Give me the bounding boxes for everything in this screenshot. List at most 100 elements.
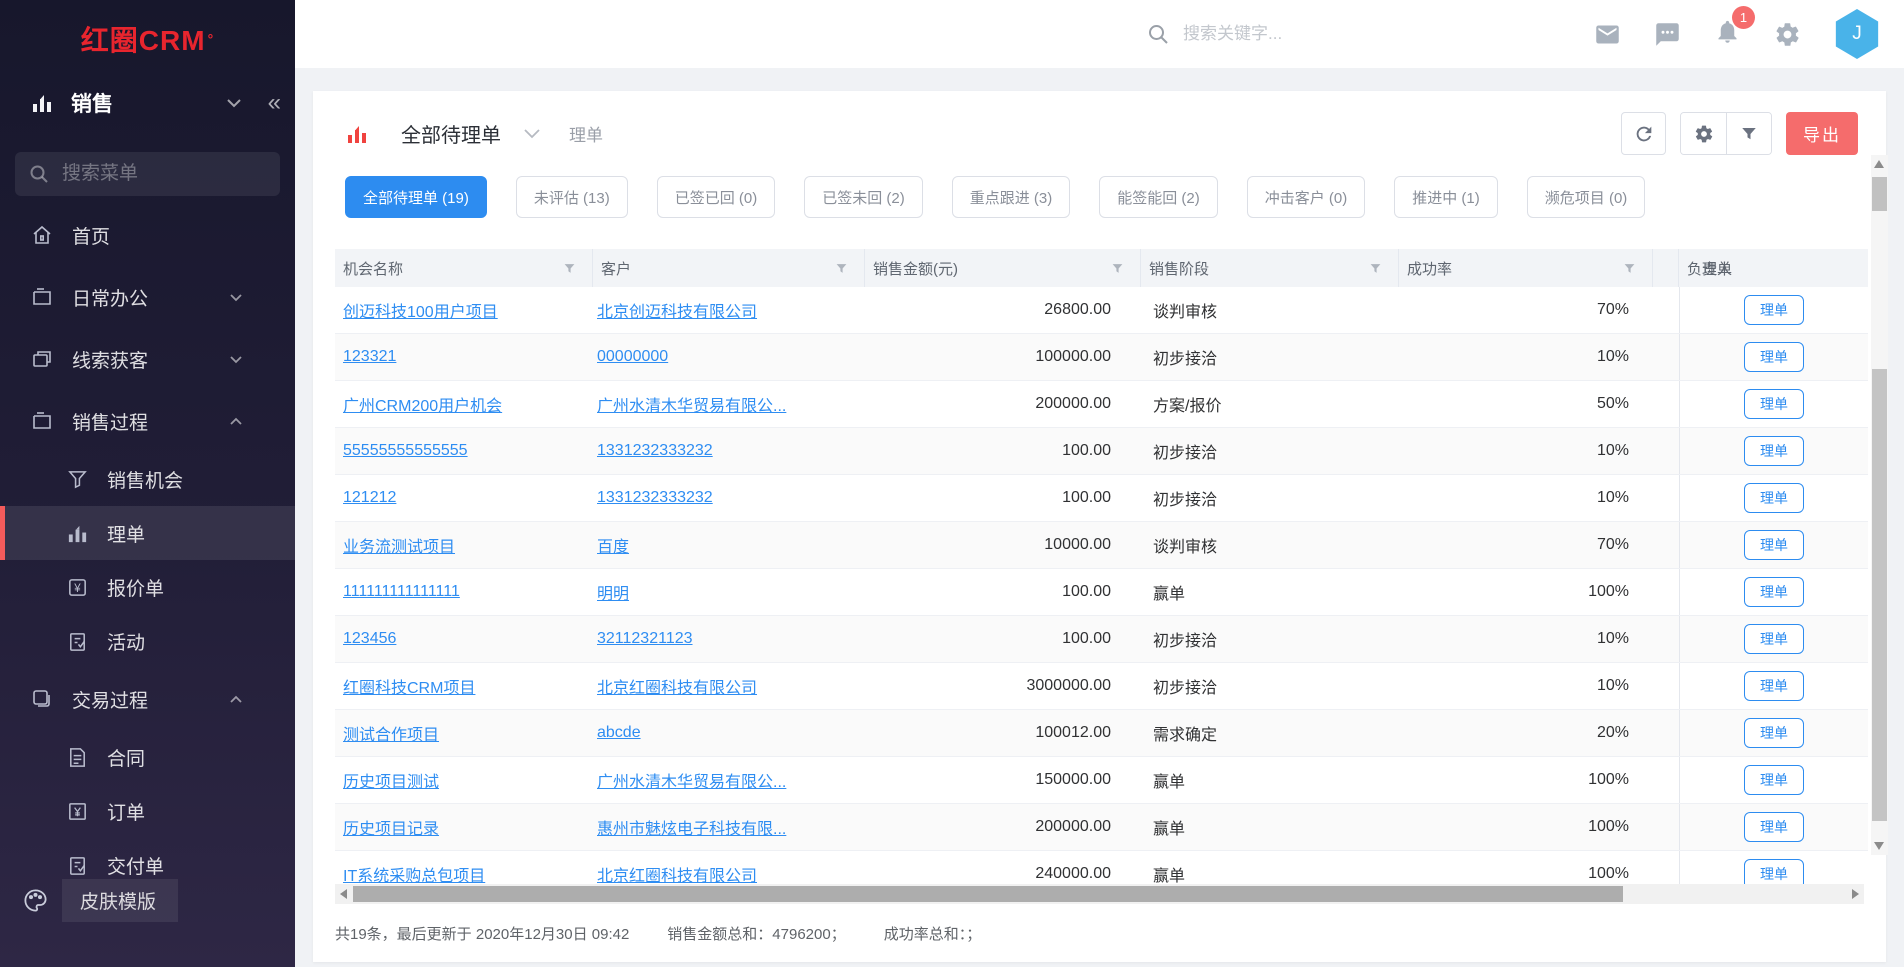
table-row[interactable]: 历史项目记录 惠州市魅炫电子科技有限... 200000.00 赢单 100% …: [335, 804, 1868, 851]
customer-link[interactable]: 00000000: [597, 348, 668, 366]
tab-attack-customer[interactable]: 冲击客户 (0): [1247, 176, 1366, 218]
opportunity-link[interactable]: 广州CRM200用户机会: [343, 392, 502, 416]
lidan-action-button[interactable]: 理单: [1744, 718, 1804, 748]
horizontal-scrollbar[interactable]: [335, 884, 1864, 904]
export-button[interactable]: 导出: [1786, 112, 1858, 155]
opportunity-link[interactable]: 123456: [343, 630, 396, 648]
lidan-action-button[interactable]: 理单: [1744, 436, 1804, 466]
opportunity-link[interactable]: 历史项目测试: [343, 768, 439, 792]
tab-all-pending[interactable]: 全部待理单 (19): [345, 176, 487, 218]
table-row[interactable]: 123456 32112321123 100.00 初步接洽 10% 理单: [335, 616, 1868, 663]
scroll-down-arrow-icon[interactable]: [1874, 842, 1884, 850]
opportunity-link[interactable]: 创迈科技100用户项目: [343, 298, 498, 322]
customer-link[interactable]: 明明: [597, 580, 629, 604]
user-avatar[interactable]: J: [1834, 9, 1880, 59]
lidan-action-button[interactable]: 理单: [1744, 483, 1804, 513]
lidan-action-button[interactable]: 理单: [1744, 859, 1804, 884]
sidebar-item-sales-process[interactable]: 销售过程: [0, 390, 295, 452]
sidebar-item-sales-opportunity[interactable]: 销售机会: [0, 452, 295, 506]
customer-link[interactable]: 北京红圈科技有限公司: [597, 674, 757, 698]
customer-link[interactable]: 1331232333232: [597, 489, 713, 507]
opportunity-link[interactable]: 红圈科技CRM项目: [343, 674, 475, 698]
sidebar-search-input[interactable]: [62, 163, 266, 185]
lidan-action-button[interactable]: 理单: [1744, 671, 1804, 701]
table-row[interactable]: IT系统采购总包项目 北京红圈科技有限公司 240000.00 赢单 100% …: [335, 851, 1868, 884]
opportunity-link[interactable]: IT系统采购总包项目: [343, 862, 485, 884]
table-row[interactable]: 创迈科技100用户项目 北京创迈科技有限公司 26800.00 谈判审核 70%…: [335, 287, 1868, 334]
tab-signed-not-returned[interactable]: 已签未回 (2): [804, 176, 923, 218]
table-row[interactable]: 红圈科技CRM项目 北京红圈科技有限公司 3000000.00 初步接洽 10%…: [335, 663, 1868, 710]
tab-endangered-project[interactable]: 濒危项目 (0): [1527, 176, 1646, 218]
sidebar-item-activity[interactable]: 活动: [0, 614, 295, 668]
sidebar-item-lead-acquisition[interactable]: 线索获客: [0, 328, 295, 390]
tab-not-evaluated[interactable]: 未评估 (13): [516, 176, 628, 218]
table-row[interactable]: 121212 1331232333232 100.00 初步接洽 10% 理单: [335, 475, 1868, 522]
table-scrollbar-thumb[interactable]: [1872, 369, 1887, 821]
sidebar-item-contract[interactable]: 合同: [0, 730, 295, 784]
customer-link[interactable]: abcde: [597, 724, 641, 742]
customer-link[interactable]: 广州水清木华贸易有限公...: [597, 392, 786, 416]
global-search-input[interactable]: [1183, 24, 1353, 44]
opportunity-link[interactable]: 业务流测试项目: [343, 533, 455, 557]
customer-link[interactable]: 惠州市魅炫电子科技有限...: [597, 815, 786, 839]
opportunity-link[interactable]: 121212: [343, 489, 396, 507]
mail-icon[interactable]: [1594, 21, 1621, 48]
customer-link[interactable]: 北京红圈科技有限公司: [597, 862, 757, 884]
table-row[interactable]: 55555555555555 1331232333232 100.00 初步接洽…: [335, 428, 1868, 475]
filter-icon[interactable]: [1623, 262, 1636, 275]
module-selector[interactable]: 销售 «: [0, 78, 295, 122]
sidebar-item-trade-process[interactable]: 交易过程: [0, 668, 295, 730]
filter-icon[interactable]: [1369, 262, 1382, 275]
opportunity-link[interactable]: 测试合作项目: [343, 721, 439, 745]
table-row[interactable]: 111111111111111 明明 100.00 赢单 100% 理单: [335, 569, 1868, 616]
opportunity-link[interactable]: 历史项目记录: [343, 815, 439, 839]
table-row[interactable]: 历史项目测试 广州水清木华贸易有限公... 150000.00 赢单 100% …: [335, 757, 1868, 804]
table-row[interactable]: 123321 00000000 100000.00 初步接洽 10% 理单: [335, 334, 1868, 381]
sidebar-search[interactable]: [15, 152, 280, 196]
scroll-left-arrow-icon[interactable]: [340, 889, 347, 899]
filter-button[interactable]: [1726, 113, 1771, 154]
chevron-down-icon[interactable]: [523, 128, 541, 139]
customer-link[interactable]: 北京创迈科技有限公司: [597, 298, 757, 322]
lidan-action-button[interactable]: 理单: [1744, 530, 1804, 560]
gear-icon[interactable]: [1774, 21, 1801, 48]
horizontal-scrollbar-thumb[interactable]: [353, 886, 1623, 902]
customer-link[interactable]: 32112321123: [597, 630, 693, 648]
opportunity-link[interactable]: 123321: [343, 348, 396, 366]
table-row[interactable]: 测试合作项目 abcde 100012.00 需求确定 20% 理单: [335, 710, 1868, 757]
global-search[interactable]: [1147, 23, 1353, 45]
filter-icon[interactable]: [1111, 262, 1124, 275]
customer-link[interactable]: 百度: [597, 533, 629, 557]
lidan-action-button[interactable]: 理单: [1744, 295, 1804, 325]
scroll-right-arrow-icon[interactable]: [1852, 889, 1859, 899]
sidebar-item-home[interactable]: 首页: [0, 204, 295, 266]
tab-signed-returned[interactable]: 已签已回 (0): [657, 176, 776, 218]
opportunity-link[interactable]: 55555555555555: [343, 442, 468, 460]
chat-icon[interactable]: [1654, 21, 1681, 48]
tab-in-progress[interactable]: 推进中 (1): [1394, 176, 1498, 218]
sidebar-item-daily-office[interactable]: 日常办公: [0, 266, 295, 328]
lidan-action-button[interactable]: 理单: [1744, 389, 1804, 419]
lidan-action-button[interactable]: 理单: [1744, 765, 1804, 795]
tab-can-sign-return[interactable]: 能签能回 (2): [1099, 176, 1218, 218]
customer-link[interactable]: 广州水清木华贸易有限公...: [597, 768, 786, 792]
lidan-action-button[interactable]: 理单: [1744, 624, 1804, 654]
table-row[interactable]: 业务流测试项目 百度 10000.00 谈判审核 70% 理单: [335, 522, 1868, 569]
lidan-action-button[interactable]: 理单: [1744, 812, 1804, 842]
lidan-action-button[interactable]: 理单: [1744, 342, 1804, 372]
column-settings-button[interactable]: [1681, 113, 1726, 154]
sidebar-item-lidan[interactable]: 理单: [0, 506, 295, 560]
customer-link[interactable]: 1331232333232: [597, 442, 713, 460]
vertical-scrollbar[interactable]: [1871, 155, 1888, 855]
scroll-up-arrow-icon[interactable]: [1874, 160, 1884, 168]
lidan-action-button[interactable]: 理单: [1744, 577, 1804, 607]
tab-key-follow-up[interactable]: 重点跟进 (3): [952, 176, 1071, 218]
sidebar-item-order[interactable]: 订单: [0, 784, 295, 838]
filter-icon[interactable]: [563, 262, 576, 275]
vertical-scrollbar-thumb[interactable]: [1872, 177, 1887, 211]
opportunity-link[interactable]: 111111111111111: [343, 583, 460, 601]
notifications[interactable]: 1: [1714, 18, 1741, 50]
sidebar-collapse-button[interactable]: «: [268, 91, 281, 115]
sidebar-item-quotation[interactable]: ¥ 报价单: [0, 560, 295, 614]
filter-icon[interactable]: [835, 262, 848, 275]
